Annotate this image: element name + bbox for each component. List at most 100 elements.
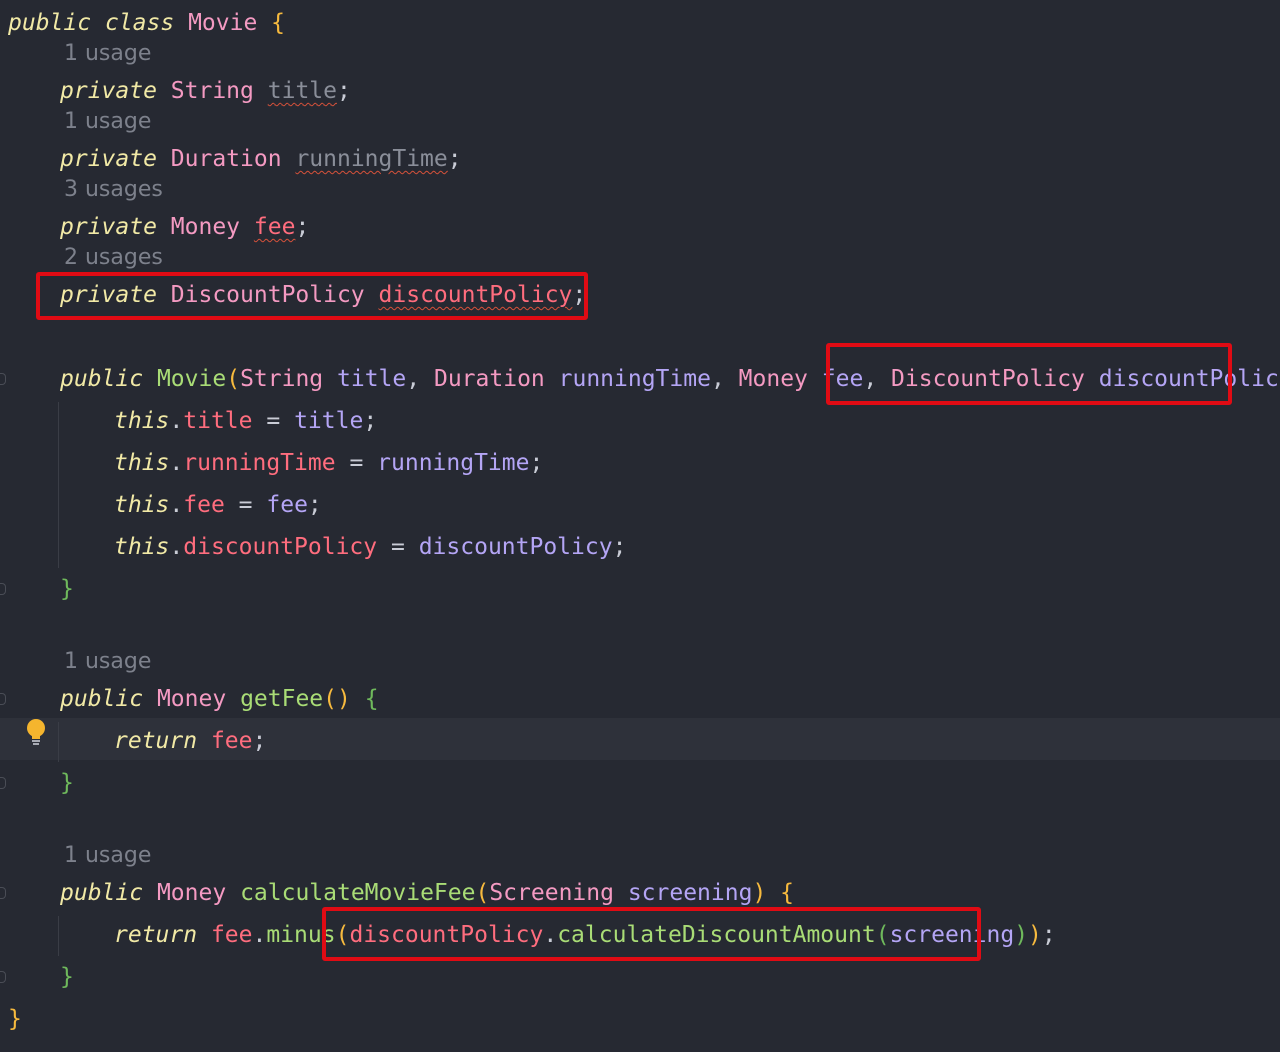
code-line-return-calculation: return fee.minus(discountPolicy.calculat… [114, 918, 1056, 952]
keyword-public: public [60, 686, 144, 712]
keyword-private: private [60, 78, 157, 104]
type-name: String [170, 78, 254, 104]
usage-hint[interactable]: 1 usage [64, 107, 151, 137]
fold-marker-icon[interactable] [0, 693, 6, 705]
param-name: runningTime [558, 366, 711, 392]
keyword-return: return [114, 728, 198, 754]
usage-hint[interactable]: 1 usage [64, 39, 151, 69]
open-paren: ( [475, 880, 490, 906]
assign-op: = [266, 408, 281, 434]
param-name: title [337, 366, 407, 392]
code-line-assign-fee: this.fee = fee; [114, 488, 322, 522]
field-name: fee [253, 214, 296, 240]
open-paren: ( [226, 366, 241, 392]
close-paren: ) [1028, 922, 1042, 948]
open-paren: ( [335, 922, 350, 948]
dot: . [543, 922, 558, 948]
keyword-this: this [114, 534, 170, 560]
semicolon: ; [612, 534, 627, 560]
code-line-getfee: public Money getFee() { [60, 682, 379, 716]
param-type: DiscountPolicy [891, 366, 1085, 392]
type-name: DiscountPolicy [170, 282, 365, 308]
semicolon: ; [529, 450, 544, 476]
close-brace: } [60, 770, 74, 796]
field-ref: discountPolicy [183, 534, 378, 560]
field-ref: fee [210, 728, 253, 754]
param-ref: discountPolicy [418, 534, 613, 560]
fold-marker-icon[interactable] [0, 777, 6, 789]
keyword-public: public [60, 880, 144, 906]
code-line-field-discountpolicy: private DiscountPolicy discountPolicy; [60, 278, 586, 312]
keyword-private: private [60, 282, 157, 308]
param-ref: fee [266, 492, 308, 518]
fold-marker-icon[interactable] [0, 583, 6, 595]
open-brace: { [780, 880, 795, 906]
field-name: discountPolicy [378, 282, 573, 308]
semicolon: ; [1041, 922, 1056, 948]
keyword-this: this [114, 450, 170, 476]
constructor-name: Movie [156, 366, 227, 392]
fold-marker-icon[interactable] [0, 971, 6, 983]
semicolon: ; [447, 146, 462, 172]
usage-hint[interactable]: 3 usages [64, 175, 163, 205]
semicolon: ; [572, 282, 587, 308]
keyword-this: this [114, 492, 170, 518]
close-brace: } [60, 576, 74, 602]
assign-op: = [349, 450, 364, 476]
field-name: title [267, 78, 337, 104]
code-line-assign-title: this.title = title; [114, 404, 377, 438]
keyword-private: private [60, 146, 157, 172]
type-name: Duration [170, 146, 282, 172]
open-brace: { [364, 686, 379, 712]
code-line-return-fee: return fee; [114, 724, 266, 758]
param-name: discountPolicy [1098, 366, 1280, 392]
class-close-brace: } [8, 1006, 22, 1032]
code-line-calculatemoviefee: public Money calculateMovieFee(Screening… [60, 876, 794, 910]
parens: () [323, 686, 351, 712]
dot: . [169, 492, 184, 518]
semicolon: ; [363, 408, 378, 434]
param-ref: title [294, 408, 364, 434]
dot: . [169, 450, 184, 476]
indent-guide [58, 916, 59, 956]
field-name: runningTime [295, 146, 448, 172]
field-ref: discountPolicy [349, 922, 544, 948]
param-ref: screening [889, 922, 1015, 948]
type-name: Money [170, 214, 241, 240]
keyword-class: class [104, 10, 175, 36]
keyword-return: return [114, 922, 198, 948]
assign-op: = [390, 534, 405, 560]
lightbulb-icon[interactable] [24, 718, 48, 748]
close-paren: ) [1014, 922, 1029, 948]
code-line-constructor: public Movie(String title, Duration runn… [60, 362, 1280, 396]
param-ref: runningTime [377, 450, 530, 476]
usage-hint[interactable]: 1 usage [64, 841, 151, 871]
usage-hint[interactable]: 1 usage [64, 647, 151, 677]
param-type: Screening [489, 880, 614, 906]
code-editor[interactable]: public class Movie { 1 usage private Str… [0, 0, 1280, 1052]
code-line-field-fee: private Money fee; [60, 210, 309, 244]
field-ref: title [183, 408, 253, 434]
open-brace: { [271, 10, 286, 36]
keyword-public: public [60, 366, 144, 392]
method-name: getFee [240, 686, 324, 712]
field-ref: runningTime [183, 450, 336, 476]
semicolon: ; [295, 214, 310, 240]
dot: . [169, 534, 184, 560]
comma: , [863, 366, 878, 392]
param-type: Duration [433, 366, 545, 392]
keyword-public: public [8, 10, 92, 36]
dot: . [252, 922, 267, 948]
fold-marker-icon[interactable] [0, 373, 6, 385]
return-type: Money [156, 880, 227, 906]
semicolon: ; [337, 78, 351, 104]
fold-marker-icon[interactable] [0, 887, 6, 899]
close-brace: } [60, 964, 74, 990]
semicolon: ; [307, 492, 322, 518]
keyword-private: private [60, 214, 157, 240]
usage-hint[interactable]: 2 usages [64, 243, 163, 273]
method-call: calculateDiscountAmount [557, 922, 876, 948]
param-type: String [240, 366, 324, 392]
close-paren: ) [752, 880, 767, 906]
method-call: minus [266, 922, 336, 948]
